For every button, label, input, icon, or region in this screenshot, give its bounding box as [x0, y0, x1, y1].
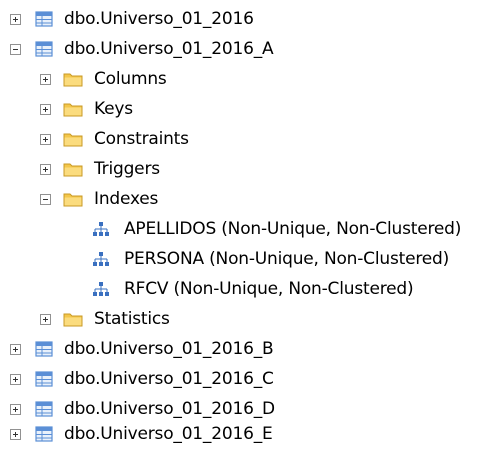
- tree-item-keys[interactable]: Keys: [0, 95, 501, 125]
- expand-toggle[interactable]: [10, 374, 21, 385]
- index-icon: [92, 251, 112, 267]
- expand-toggle[interactable]: [40, 104, 51, 115]
- tree-item-label: RFCV (Non-Unique, Non-Clustered): [124, 279, 414, 299]
- tree-item-indexes[interactable]: Indexes: [0, 185, 501, 215]
- tree-item-statistics[interactable]: Statistics: [0, 305, 501, 335]
- expand-toggle[interactable]: [10, 14, 21, 25]
- folder-icon: [63, 131, 83, 147]
- table-icon: [35, 11, 55, 27]
- index-icon: [92, 221, 112, 237]
- expand-toggle[interactable]: [40, 164, 51, 175]
- tree-item-label: PERSONA (Non-Unique, Non-Clustered): [124, 249, 450, 269]
- tree-item-label: Constraints: [94, 129, 189, 149]
- table-icon: [35, 341, 55, 357]
- tree-item-label: Columns: [94, 69, 167, 89]
- expand-toggle[interactable]: [10, 404, 21, 415]
- table-icon: [35, 371, 55, 387]
- folder-icon: [63, 71, 83, 87]
- tree-item-universo-01-2016-c[interactable]: dbo.Universo_01_2016_C: [0, 365, 501, 395]
- tree-item-label: Statistics: [94, 309, 170, 329]
- tree-item-label: dbo.Universo_01_2016_B: [64, 339, 274, 359]
- tree-item-label: Keys: [94, 99, 133, 119]
- folder-icon: [63, 101, 83, 117]
- tree-item-universo-01-2016-a[interactable]: dbo.Universo_01_2016_A: [0, 35, 501, 65]
- expand-toggle[interactable]: [40, 134, 51, 145]
- index-icon: [92, 281, 112, 297]
- tree-item-triggers[interactable]: Triggers: [0, 155, 501, 185]
- table-icon: [35, 426, 55, 442]
- tree-item-label: Triggers: [94, 159, 160, 179]
- table-icon: [35, 401, 55, 417]
- tree-item-universo-01-2016-b[interactable]: dbo.Universo_01_2016_B: [0, 335, 501, 365]
- tree-item-label: Indexes: [94, 189, 159, 209]
- tree-item-label: dbo.Universo_01_2016_A: [64, 39, 274, 59]
- folder-icon: [63, 191, 83, 207]
- folder-icon: [63, 161, 83, 177]
- tree-item-label: dbo.Universo_01_2016_C: [64, 369, 274, 389]
- expand-toggle[interactable]: [10, 344, 21, 355]
- table-icon: [35, 41, 55, 57]
- tree-item-label: dbo.Universo_01_2016_D: [64, 399, 275, 419]
- expand-toggle[interactable]: [40, 314, 51, 325]
- tree-item-label: dbo.Universo_01_2016: [64, 9, 254, 29]
- tree-item-columns[interactable]: Columns: [0, 65, 501, 95]
- tree-item-universo-01-2016[interactable]: dbo.Universo_01_2016: [0, 5, 501, 35]
- collapse-toggle[interactable]: [10, 44, 21, 55]
- expand-toggle[interactable]: [40, 74, 51, 85]
- tree-item-label: APELLIDOS (Non-Unique, Non-Clustered): [124, 219, 462, 239]
- object-explorer-tree: dbo.Universo_01_2016 dbo.Universo_01_201…: [0, 0, 501, 449]
- tree-item-index-rfcv[interactable]: RFCV (Non-Unique, Non-Clustered): [0, 275, 501, 305]
- folder-icon: [63, 311, 83, 327]
- tree-item-universo-01-2016-e[interactable]: dbo.Universo_01_2016_E: [0, 420, 501, 449]
- tree-item-index-apellidos[interactable]: APELLIDOS (Non-Unique, Non-Clustered): [0, 215, 501, 245]
- expand-toggle[interactable]: [10, 429, 21, 440]
- collapse-toggle[interactable]: [40, 194, 51, 205]
- tree-item-label: dbo.Universo_01_2016_E: [64, 424, 273, 444]
- tree-item-constraints[interactable]: Constraints: [0, 125, 501, 155]
- tree-item-index-persona[interactable]: PERSONA (Non-Unique, Non-Clustered): [0, 245, 501, 275]
